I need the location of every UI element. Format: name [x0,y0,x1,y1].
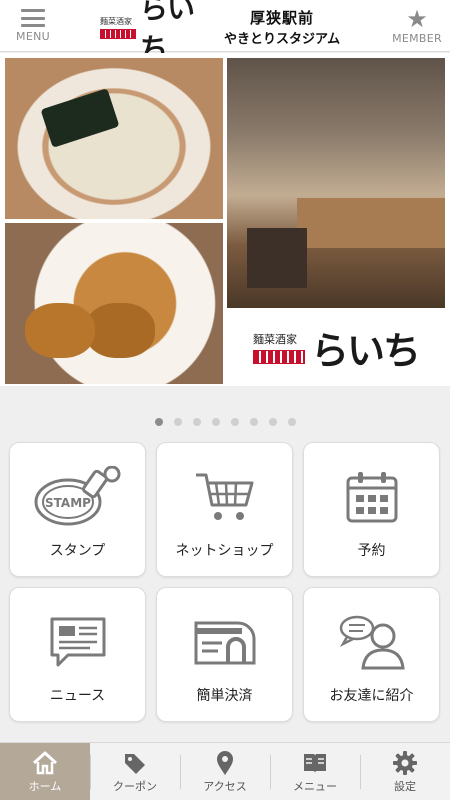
slide-dot[interactable] [154,418,163,426]
star-icon: ★ [406,4,428,33]
tab-label: アクセス [203,779,247,793]
tile-label: ネットショップ [175,543,274,559]
shopping-cart-icon [194,467,256,527]
tab-label: クーポン [113,779,157,793]
slide-dot[interactable] [230,418,239,426]
member-button[interactable]: ★ MEMBER [384,0,450,52]
refer-friend-tile[interactable]: お友達に紹介 [303,587,440,722]
bottom-tab-bar: ホーム クーポン アクセス メニュー 設定 [0,742,450,800]
slide-dot[interactable] [192,418,201,426]
tab-home[interactable]: ホーム [0,743,90,800]
tile-label: 予約 [357,543,386,559]
tile-label: ニュース [49,688,106,704]
tab-label: 設定 [394,779,416,793]
slide-dot[interactable] [211,418,220,426]
store-logo: 麵菜酒家 らいち [227,311,445,384]
slide-dot[interactable] [249,418,258,426]
promo-banner[interactable]: 麵菜酒家 らいち [0,53,450,386]
tab-settings[interactable]: 設定 [360,743,450,800]
coupon-tag-icon [122,750,148,776]
hamburger-icon [21,9,45,27]
fried-rice-photo [5,223,223,384]
net-shop-tile[interactable]: ネットショップ [156,442,293,577]
stamp-icon: STAMP [32,466,124,527]
tab-coupon[interactable]: クーポン [90,743,180,800]
store-logo-name: らいち [310,328,421,373]
tab-label: メニュー [293,779,337,793]
tab-menu[interactable]: メニュー [270,743,360,800]
slide-dot[interactable] [268,418,277,426]
easy-payment-tile[interactable]: 簡単決済 [156,587,293,722]
refer-friend-icon [337,612,407,672]
tile-label: 簡単決済 [196,688,253,704]
stamp-text: STAMP [45,496,91,510]
menu-book-icon [302,750,328,776]
location-line2: やきとりスタジアム [224,32,341,47]
brand-pattern [100,28,136,39]
menu-button[interactable]: MENU [4,0,62,52]
menu-label: MENU [16,30,50,43]
tab-label: ホーム [28,779,62,793]
store-logo-pattern [252,350,305,364]
news-icon [48,612,108,672]
store-interior-photo [227,58,445,308]
calendar-icon [345,467,399,527]
reservation-tile[interactable]: 予約 [303,442,440,577]
slide-dot[interactable] [173,418,182,426]
location-line1: 厚狭駅前 [250,9,315,27]
tile-label: スタンプ [49,543,106,559]
gear-icon [392,750,418,776]
home-icon [32,750,58,776]
brand-tag: 麵菜酒家 [100,16,132,26]
brand-logo: 麵菜酒家 らいち 厚狭駅前 やきとりスタジアム [100,0,350,65]
tile-label: お友達に紹介 [329,688,414,704]
app-header: MENU 麵菜酒家 らいち 厚狭駅前 やきとりスタジアム ★ MEMBER [0,0,450,65]
ramen-photo [5,58,223,219]
store-logo-tag: 麵菜酒家 [252,333,297,346]
tab-access[interactable]: アクセス [180,743,270,800]
stamp-tile[interactable]: STAMP スタンプ [9,442,146,577]
slide-dot[interactable] [287,418,296,426]
news-tile[interactable]: ニュース [9,587,146,722]
member-label: MEMBER [392,31,442,45]
payment-card-icon [192,612,258,672]
location-pin-icon [215,750,235,776]
slide-indicator [0,418,450,428]
